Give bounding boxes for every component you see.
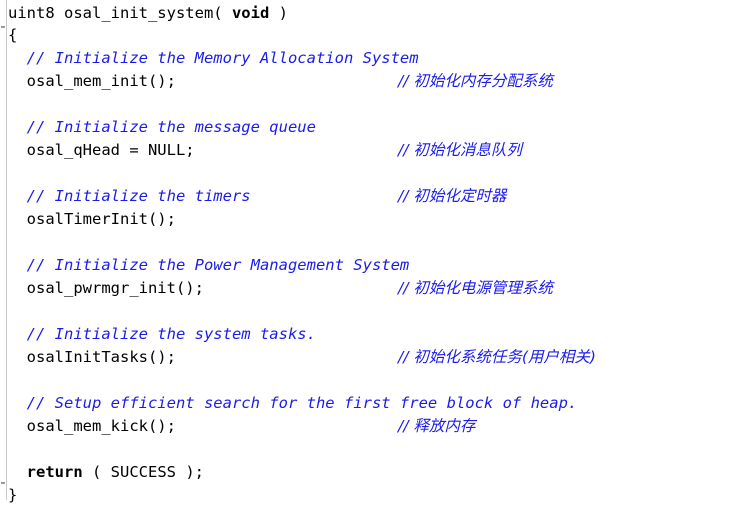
keyword-token: return: [26, 463, 83, 481]
code-token: uint8 osal_init_system(: [8, 4, 232, 22]
code-token: ( SUCCESS );: [82, 463, 204, 481]
code-line-blank[interactable]: [8, 93, 745, 116]
code-token: osal_mem_init();: [8, 72, 176, 90]
code-line[interactable]: osal_mem_kick(); // 释放内存: [8, 415, 745, 438]
code-token: osal_pwrmgr_init();: [8, 279, 204, 297]
code-token: osalInitTasks();: [8, 348, 176, 366]
comment-token: // Initialize the Memory Allocation Syst…: [8, 49, 419, 67]
comment-token: // Initialize the timers: [8, 187, 251, 205]
code-line-blank[interactable]: [8, 369, 745, 392]
trailing-comment-token-chinese: // 初始化系统任务(用户相关): [398, 348, 596, 366]
code-line[interactable]: osal_mem_init(); // 初始化内存分配系统: [8, 70, 745, 93]
code-line-blank[interactable]: [8, 231, 745, 254]
code-line[interactable]: // Initialize the system tasks.: [8, 323, 745, 346]
comment-token: // Initialize the message queue: [8, 118, 316, 136]
trailing-comment-token-chinese: // 初始化内存分配系统: [398, 72, 553, 90]
code-line[interactable]: osal_pwrmgr_init(); // 初始化电源管理系统: [8, 277, 745, 300]
code-line[interactable]: // Initialize the timers // 初始化定时器: [8, 185, 745, 208]
gutter-mark-icon: [1, 482, 5, 484]
code-line[interactable]: osal_qHead = NULL; // 初始化消息队列: [8, 139, 745, 162]
editor-gutter[interactable]: [0, 0, 7, 500]
code-token: osal_mem_kick();: [8, 417, 176, 435]
code-line-blank[interactable]: [8, 162, 745, 185]
code-editor[interactable]: uint8 osal_init_system( void ) { // Initi…: [0, 0, 745, 504]
comment-token: // Initialize the Power Management Syste…: [8, 256, 410, 274]
code-token: osal_qHead = NULL;: [8, 141, 195, 159]
code-line[interactable]: osalTimerInit();: [8, 208, 745, 231]
code-line[interactable]: osalInitTasks(); // 初始化系统任务(用户相关): [8, 346, 745, 369]
code-token: {: [8, 26, 18, 44]
code-token: osalTimerInit();: [8, 210, 176, 228]
trailing-comment-token-chinese: // 初始化定时器: [398, 187, 507, 205]
code-line[interactable]: {: [8, 24, 745, 47]
code-token: }: [8, 486, 18, 504]
code-line[interactable]: // Initialize the Power Management Syste…: [8, 254, 745, 277]
gutter-mark-icon: [1, 26, 5, 28]
code-line[interactable]: uint8 osal_init_system( void ): [8, 0, 745, 24]
comment-token: // Initialize the system tasks.: [8, 325, 316, 343]
keyword-token: void: [231, 4, 270, 22]
code-line[interactable]: // Setup efficient search for the first …: [8, 392, 745, 415]
code-line-blank[interactable]: [8, 300, 745, 323]
code-line[interactable]: return ( SUCCESS );: [8, 461, 745, 484]
code-line[interactable]: }: [8, 484, 745, 507]
trailing-comment-token-chinese: // 初始化消息队列: [398, 141, 522, 159]
code-line[interactable]: // Initialize the Memory Allocation Syst…: [8, 47, 745, 70]
code-line-blank[interactable]: [8, 438, 745, 461]
code-line[interactable]: // Initialize the message queue: [8, 116, 745, 139]
comment-token: // Setup efficient search for the first …: [8, 394, 578, 412]
trailing-comment-token-chinese: // 初始化电源管理系统: [398, 279, 553, 297]
trailing-comment-token-chinese: // 释放内存: [398, 417, 476, 435]
code-content[interactable]: uint8 osal_init_system( void ) { // Initi…: [8, 0, 745, 504]
code-token: ): [269, 4, 288, 22]
